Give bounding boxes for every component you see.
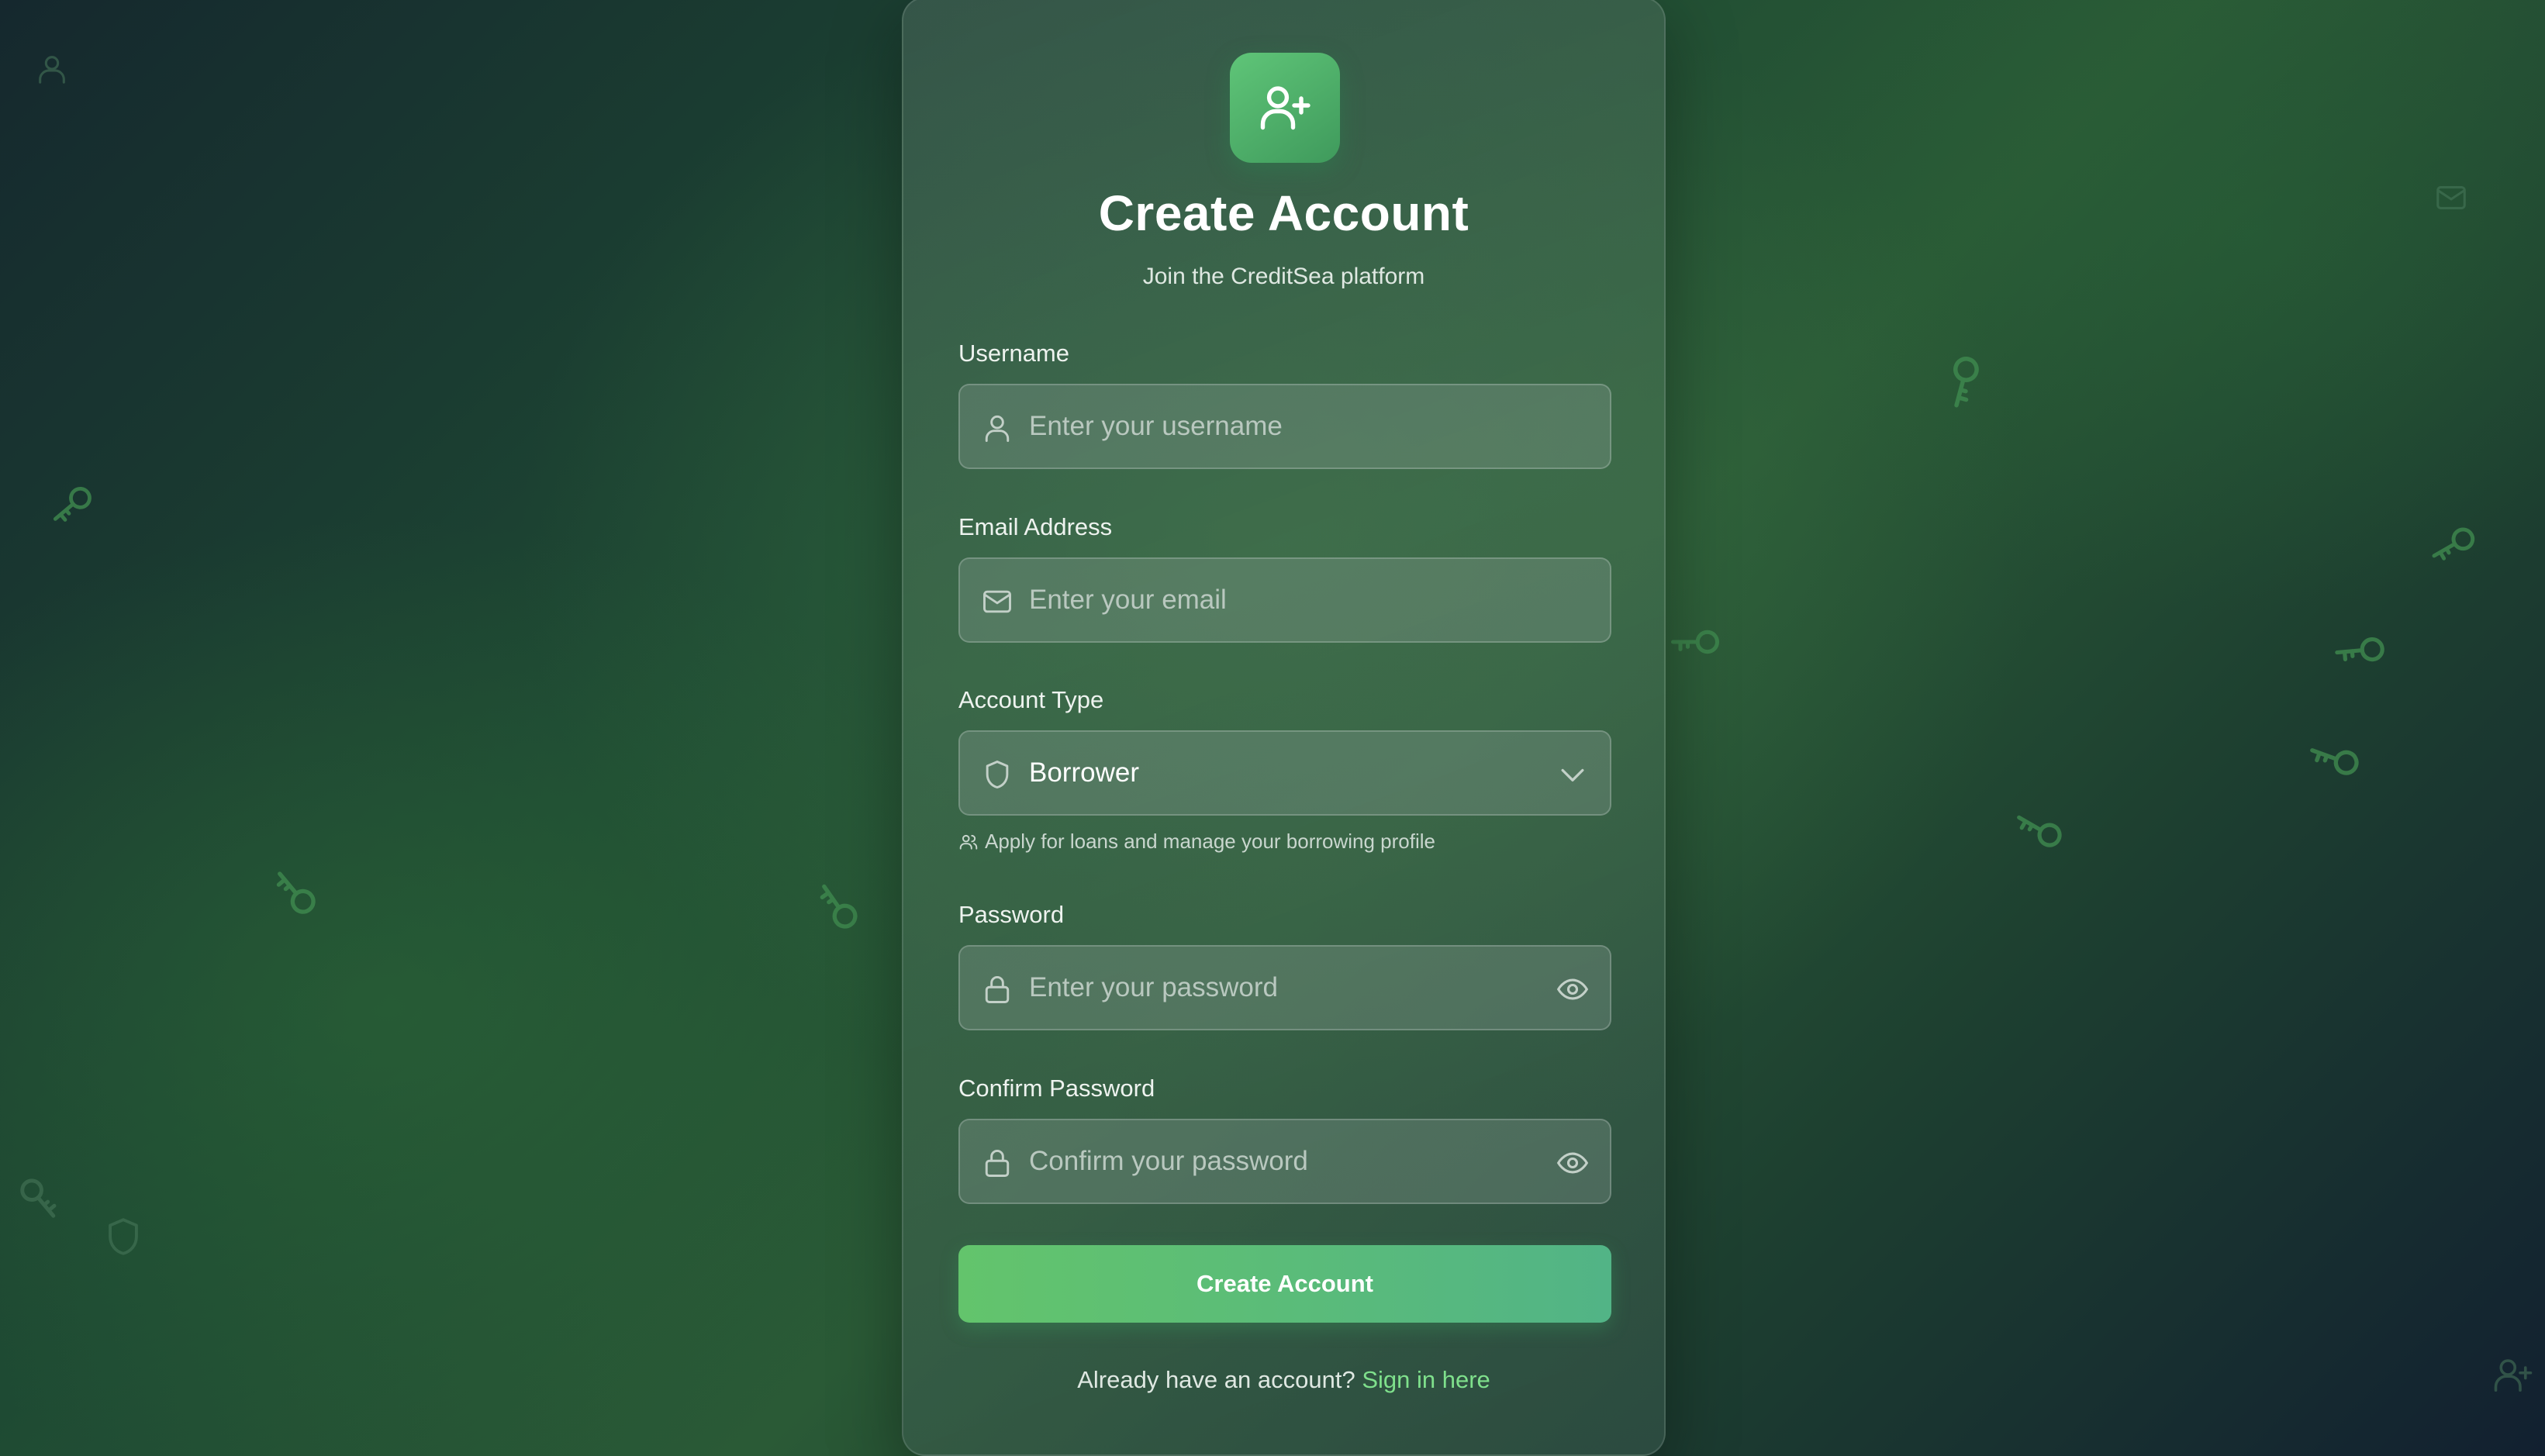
sign-in-link[interactable]: Sign in here: [1362, 1366, 1490, 1393]
background-key-icon: [0, 1159, 80, 1240]
username-label: Username: [958, 340, 1069, 367]
password-field[interactable]: Enter your password: [958, 945, 1611, 1030]
confirm-password-input[interactable]: Confirm your password: [1029, 1120, 1308, 1202]
lock-icon: [980, 1146, 1014, 1180]
background-user-plus-icon: [2492, 1354, 2534, 1396]
username-input[interactable]: Enter your username: [1029, 385, 1283, 468]
show-confirm-password-icon[interactable]: [1556, 1146, 1590, 1180]
background-mail-icon: [2433, 180, 2469, 216]
background-key-icon: [794, 862, 880, 948]
lock-icon: [980, 972, 1014, 1006]
background-key-icon: [32, 466, 110, 544]
account-type-hint-text: Apply for loans and manage your borrowin…: [985, 830, 1436, 853]
confirm-password-field[interactable]: Confirm your password: [958, 1119, 1611, 1204]
signin-prompt: Already have an account? Sign in here: [903, 1366, 1664, 1394]
background-shield-icon: [101, 1214, 146, 1259]
email-label: Email Address: [958, 513, 1113, 540]
account-type-select[interactable]: Borrower: [958, 730, 1611, 816]
account-type-label: Account Type: [958, 686, 1104, 713]
page-title: Create Account: [1098, 185, 1469, 241]
account-type-value[interactable]: Borrower: [1029, 732, 1139, 814]
chevron-down-icon[interactable]: [1556, 757, 1590, 792]
user-plus-icon: [1260, 86, 1310, 130]
email-field[interactable]: Enter your email: [958, 557, 1611, 643]
shield-icon: [980, 757, 1014, 792]
background-key-icon: [2413, 505, 2491, 584]
confirm-password-label: Confirm Password: [958, 1075, 1155, 1102]
signin-prompt-text: Already have an account?: [1077, 1366, 1355, 1393]
user-icon: [980, 411, 1014, 445]
background-key-icon: [1924, 343, 2001, 421]
background-key-icon: [251, 848, 339, 936]
show-password-icon[interactable]: [1556, 972, 1590, 1006]
users-icon: [958, 832, 979, 852]
page-subtitle: Join the CreditSea platform: [1142, 264, 1425, 289]
username-field[interactable]: Enter your username: [958, 384, 1611, 469]
account-type-hint: Apply for loans and manage your borrowin…: [958, 830, 1435, 854]
create-account-button[interactable]: Create Account: [958, 1245, 1611, 1323]
background-key-icon: [1998, 788, 2081, 871]
background-user-icon: [34, 51, 70, 87]
background-key-icon: [2327, 618, 2393, 684]
register-card: Create Account Join the CreditSea platfo…: [902, 0, 1666, 1456]
background-key-icon: [2295, 719, 2374, 799]
password-label: Password: [958, 901, 1065, 928]
email-input[interactable]: Enter your email: [1029, 559, 1227, 641]
password-input[interactable]: Enter your password: [1029, 947, 1278, 1029]
background-key-icon: [1666, 612, 1725, 671]
logo-badge: [1230, 53, 1340, 163]
mail-icon: [980, 585, 1014, 619]
